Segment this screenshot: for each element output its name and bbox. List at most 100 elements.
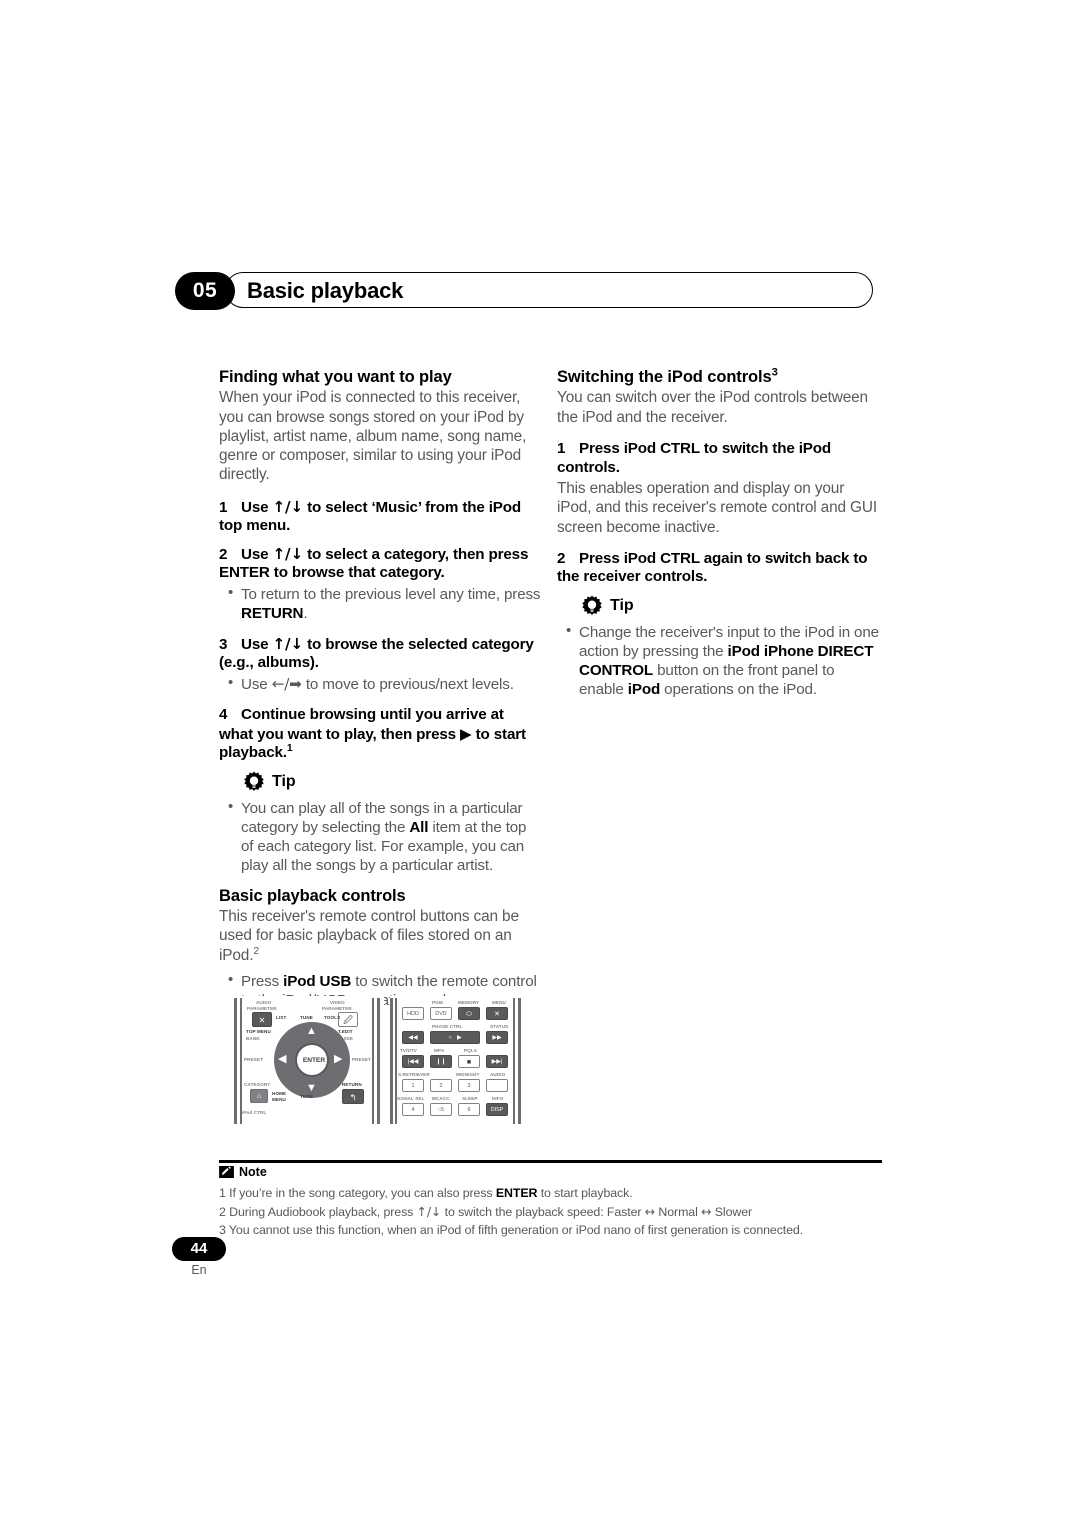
button-audio[interactable] xyxy=(486,1079,508,1092)
remote-edge-rail xyxy=(372,998,374,1124)
dpad[interactable]: ▲ ▼ ◀ ▶ ENTER xyxy=(274,1022,350,1098)
page-number-badge: 44 xyxy=(172,1237,226,1261)
button-return[interactable]: ↰ xyxy=(342,1089,364,1104)
button-previous-track[interactable]: |◀◀ xyxy=(402,1055,424,1068)
button-key-1[interactable]: 1 xyxy=(402,1079,424,1092)
note-label: Note xyxy=(239,1165,267,1179)
button-home-menu[interactable]: ⌂ xyxy=(250,1089,268,1103)
list-item: You can play all of the songs in a parti… xyxy=(228,798,541,875)
button-menu-shuffle[interactable]: ✕ xyxy=(486,1007,508,1020)
button-key-4[interactable]: 4 xyxy=(402,1103,424,1116)
button-dvd[interactable]: DVD xyxy=(430,1007,452,1020)
step-4: 4 Continue browsing until you arrive at w… xyxy=(219,706,526,762)
tip-label-right: Tip xyxy=(610,596,634,614)
label-t-edit: T.EDIT xyxy=(338,1029,353,1034)
right-step-1-body: This enables operation and display on yo… xyxy=(557,480,877,536)
remote-control-illustration: AUDIO PARAMETER VIDEO PARAMETER ✕ 🖉 LIST… xyxy=(234,996,524,1126)
step-3: 3 Use ↑/↓ to browse the selected category… xyxy=(219,634,534,672)
tip-bullets-right: Change the receiver's input to the iPod … xyxy=(557,622,879,699)
label-phase-ctrl: PHASE CTRL xyxy=(432,1024,463,1029)
label-pgm: PGM xyxy=(432,1000,443,1005)
button-key-5[interactable]: ○5 xyxy=(430,1103,452,1116)
note-header: Note xyxy=(219,1165,267,1179)
tip-gear-icon xyxy=(244,771,264,791)
tip-gear-icon xyxy=(582,595,602,615)
button-key-4-label: 4 xyxy=(411,1107,415,1113)
button-disp[interactable]: DISP xyxy=(486,1103,508,1116)
list-item: To return to the previous level any time… xyxy=(228,584,541,623)
right-column: Switching the iPod controls3 You can swi… xyxy=(557,366,879,711)
button-fast-forward[interactable]: ▶▶ xyxy=(486,1031,508,1044)
enter-button[interactable]: ENTER xyxy=(295,1043,329,1077)
label-preset-right: PRESET xyxy=(352,1057,371,1062)
label-ipod-ctrl: iPod CTRL xyxy=(242,1110,267,1115)
remote-panel-transport: PGM MEMORY MENU HDD DVD ⬭ ✕ PHASE CTRL S… xyxy=(390,996,524,1126)
button-close-x[interactable]: ✕ xyxy=(252,1012,272,1027)
dpad-up-arrow-icon[interactable]: ▲ xyxy=(306,1026,317,1037)
button-play[interactable]: ○ ▶ xyxy=(430,1031,480,1044)
footnote-2: 2 During Audiobook playback, press ↑/↓ t… xyxy=(219,1203,753,1219)
button-tools[interactable]: 🖉 xyxy=(338,1012,358,1027)
section-body-controls: This receiver's remote control buttons c… xyxy=(219,908,519,964)
button-stop[interactable]: ■ xyxy=(458,1055,480,1068)
dpad-down-arrow-icon[interactable]: ▼ xyxy=(306,1083,317,1094)
section-heading-controls: Basic playback controls xyxy=(219,886,406,905)
section-heading-switching: Switching the iPod controls3 xyxy=(557,366,778,386)
button-memory[interactable]: ⬭ xyxy=(458,1007,480,1020)
page-language: En xyxy=(191,1263,207,1277)
note-pencil-icon xyxy=(219,1166,234,1178)
label-menu: MENU xyxy=(492,1000,506,1005)
label-signal-sel: SIGNAL SEL xyxy=(396,1096,425,1101)
button-hdd-label: HDD xyxy=(407,1011,419,1017)
remote-edge-rail xyxy=(395,998,397,1124)
remote-edge-rail xyxy=(234,998,237,1124)
list-item: Use ←/➡ to move to previous/next levels. xyxy=(228,674,541,694)
step-3-bullets: Use ←/➡ to move to previous/next levels. xyxy=(219,674,541,694)
chapter-header: 05 Basic playback xyxy=(175,272,875,310)
label-memory: MEMORY xyxy=(458,1000,480,1005)
button-key-1-label: 1 xyxy=(411,1083,415,1089)
button-dvd-label: DVD xyxy=(435,1011,447,1017)
label-home: HOME xyxy=(272,1091,287,1096)
dpad-right-arrow-icon[interactable]: ▶ xyxy=(334,1054,342,1065)
button-key-2-label: 2 xyxy=(439,1083,443,1089)
label-top-menu: TOP MENU xyxy=(246,1029,271,1034)
button-key-3-label: 3 xyxy=(467,1083,471,1089)
footnote-1: 1 If you’re in the song category, you ca… xyxy=(219,1186,633,1200)
button-rewind[interactable]: ◀◀ xyxy=(402,1031,424,1044)
label-video: VIDEO xyxy=(330,1000,345,1005)
section-heading-finding: Finding what you want to play xyxy=(219,368,452,386)
remote-edge-rail xyxy=(390,998,393,1124)
label-mpx: MPX xyxy=(434,1048,445,1053)
label-pqls: PQLS xyxy=(464,1048,477,1053)
button-next-track[interactable]: ▶▶| xyxy=(486,1055,508,1068)
label-list: LIST xyxy=(276,1015,287,1020)
label-mcacc: MCACC xyxy=(432,1096,450,1101)
label-status: STATUS xyxy=(490,1024,509,1029)
manual-page: 05 Basic playback Finding what you want … xyxy=(0,0,1080,1527)
footnotes: 1 If you’re in the song category, you ca… xyxy=(219,1184,899,1240)
tip-header-right: Tip xyxy=(581,595,879,617)
label-tune-bottom: TUNE xyxy=(300,1094,313,1099)
button-key-3[interactable]: 3 xyxy=(458,1079,480,1092)
label-audio: AUDIO xyxy=(490,1072,506,1077)
list-item: Change the receiver's input to the iPod … xyxy=(566,622,879,699)
dpad-left-arrow-icon[interactable]: ◀ xyxy=(278,1054,286,1065)
remote-panel-navigation: AUDIO PARAMETER VIDEO PARAMETER ✕ 🖉 LIST… xyxy=(234,996,384,1126)
chapter-number-badge: 05 xyxy=(175,272,235,310)
button-key-6-label: 6 xyxy=(467,1107,471,1113)
step-2: 2 Use ↑/↓ to select a category, then pres… xyxy=(219,544,529,582)
right-step-1: 1 Press iPod CTRL to switch the iPod cont… xyxy=(557,439,831,476)
button-key-6[interactable]: 6 xyxy=(458,1103,480,1116)
button-key-2[interactable]: 2 xyxy=(430,1079,452,1092)
enter-button-label: ENTER xyxy=(302,1057,326,1064)
button-hdd[interactable]: HDD xyxy=(402,1007,424,1020)
remote-edge-rail xyxy=(518,998,521,1124)
button-disp-label: DISP xyxy=(490,1107,504,1113)
remote-edge-rail xyxy=(240,998,242,1124)
label-band: BAND xyxy=(246,1036,260,1041)
label-audio-parameter: PARAMETER xyxy=(247,1006,277,1011)
button-pause[interactable]: ❙❙ xyxy=(430,1055,452,1068)
label-preset-left: PRESET xyxy=(244,1057,263,1062)
section-body-finding: When your iPod is connected to this rece… xyxy=(219,389,527,484)
